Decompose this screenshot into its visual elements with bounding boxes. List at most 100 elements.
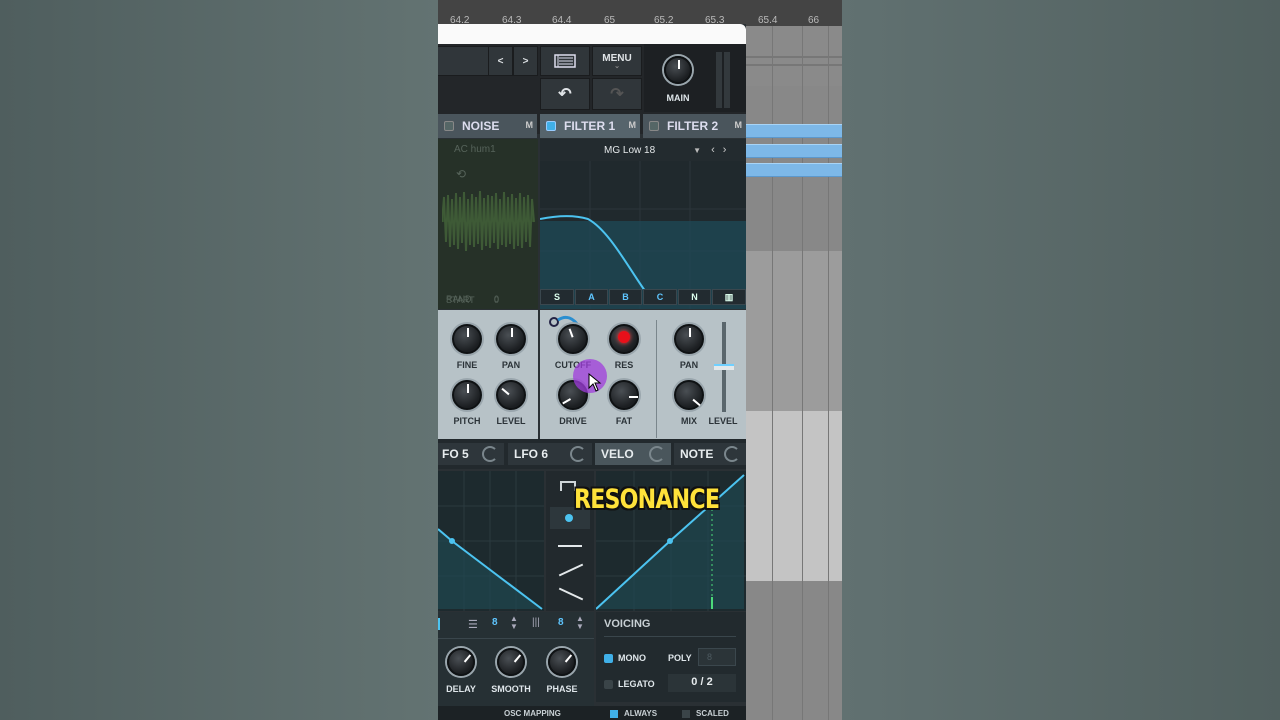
browser-button[interactable] [540, 46, 590, 76]
lfo-curve-graph[interactable] [438, 471, 544, 611]
always-label: ALWAYS [624, 709, 658, 718]
drive-label: DRIVE [559, 416, 587, 426]
osc-mapping-label[interactable]: OSC MAPPING [504, 709, 561, 718]
filter1-tab[interactable]: FILTER 1 M [540, 114, 640, 138]
lfo6-label: LFO 6 [514, 447, 549, 461]
lfo5-tab[interactable]: FO 5 [438, 443, 504, 465]
menu-button[interactable]: MENU ⌄ [592, 46, 642, 76]
bottom-bar: OSC MAPPING ALWAYS SCALED [438, 706, 746, 720]
always-toggle[interactable] [610, 710, 618, 718]
flat-shape-icon[interactable] [558, 545, 582, 547]
filter-button-b[interactable]: B [609, 289, 642, 305]
smooth-knob[interactable] [497, 648, 525, 676]
grid-columns-icon: ||| [532, 617, 540, 628]
fine-knob[interactable] [452, 324, 482, 354]
velo-tab[interactable]: VELO [595, 443, 671, 465]
filter2-enable-toggle[interactable] [649, 121, 659, 131]
undo-icon: ↶ [558, 86, 572, 103]
main-volume-knob[interactable] [664, 56, 692, 84]
rand-value[interactable]: 0 [494, 294, 499, 304]
midi-clip[interactable] [746, 163, 842, 177]
mouse-pointer-icon [588, 373, 602, 392]
filter1-title: FILTER 1 [564, 119, 616, 133]
keytrack-button[interactable]: ▥ [712, 289, 746, 305]
filter-type-label: MG Low 18 [604, 144, 656, 156]
filter2-tab[interactable]: FILTER 2 M [643, 114, 746, 138]
filter1-enable-toggle[interactable] [546, 121, 556, 131]
pitch-label: PITCH [453, 416, 481, 426]
background-left [0, 0, 438, 720]
pan-knob[interactable] [496, 324, 526, 354]
grid-y-value[interactable]: 8 [492, 617, 498, 628]
scaled-toggle[interactable] [682, 710, 690, 718]
note-tab[interactable]: NOTE [674, 443, 746, 465]
lfo6-tab[interactable]: LFO 6 [508, 443, 592, 465]
arrangement-area[interactable] [746, 26, 842, 720]
res-label: RES [614, 360, 634, 370]
undo-button[interactable]: ↶ [540, 78, 590, 110]
main-label: MAIN [666, 93, 690, 103]
redo-button[interactable]: ↷ [592, 78, 642, 110]
ruler-tick: 66 [808, 15, 820, 26]
filter1-controls: CUTOFF RES DRIVE FAT PAN MIX LEVEL [540, 310, 746, 458]
next-preset-button[interactable]: > [513, 46, 538, 76]
browser-icon [554, 54, 576, 68]
phase-knob[interactable] [548, 648, 576, 676]
pitch-knob[interactable] [452, 380, 482, 410]
legato-toggle[interactable] [604, 680, 613, 689]
filter-response-graph[interactable] [540, 161, 746, 309]
next-filter-button[interactable]: › [723, 144, 727, 156]
prev-preset-button[interactable]: < [488, 46, 513, 76]
res-knob[interactable] [609, 324, 639, 354]
grid-lines-icon: ☰ [468, 619, 478, 631]
filter-button-s[interactable]: S [540, 289, 574, 305]
filter2-mute-button[interactable]: M [735, 120, 743, 130]
grid-y-stepper[interactable]: ▲ ▼ [510, 615, 518, 631]
window-titlebar[interactable] [438, 24, 746, 44]
screen-recording: 64.2 64.3 64.4 65 65.2 65.3 65.4 66 ▼ < … [438, 0, 842, 720]
delay-label: DELAY [446, 684, 476, 694]
grid-x-stepper[interactable]: ▲ ▼ [576, 615, 584, 631]
synth-plugin-window: ▼ < > MENU⌄ ↶ ↷ MAIN NOISE M FILTER 1 [438, 24, 746, 720]
noise-enable-toggle[interactable] [444, 121, 454, 131]
smooth-label: SMOOTH [491, 684, 531, 694]
cutoff-knob[interactable] [558, 324, 588, 354]
filter-button-a[interactable]: A [575, 289, 608, 305]
noise-mute-button[interactable]: M [526, 120, 534, 130]
fat-knob[interactable] [609, 380, 639, 410]
mix-knob[interactable] [674, 380, 704, 410]
poly-voices-field[interactable]: 8 [698, 648, 736, 666]
filter-level-handle[interactable] [714, 364, 734, 370]
filter1-mute-button[interactable]: M [629, 120, 637, 130]
note-indicator-icon [724, 446, 740, 462]
output-meter-right [724, 52, 730, 108]
filter-button-n[interactable]: N [678, 289, 711, 305]
piano-icon: ▥ [724, 291, 734, 302]
note-label: NOTE [680, 447, 714, 461]
level-knob[interactable] [496, 380, 526, 410]
filter-type-selector[interactable]: MG Low 18 ▼ ‹ › [540, 139, 746, 161]
pan-label: PAN [501, 360, 521, 370]
ramp-down-icon[interactable] [558, 587, 584, 601]
filter-pan-knob[interactable] [674, 324, 704, 354]
delay-knob[interactable] [447, 648, 475, 676]
midi-clip[interactable] [746, 124, 842, 138]
velo-label: VELO [601, 447, 634, 461]
noise-panel: AC hum1 ⟲ START 0 [438, 139, 538, 309]
level-label: LEVEL [496, 416, 526, 426]
voice-count: 0 / 2 [668, 674, 736, 692]
voicing-title: VOICING [604, 618, 651, 630]
fat-label: FAT [615, 416, 633, 426]
prev-filter-button[interactable]: ‹ [711, 144, 715, 156]
ramp-up-icon[interactable] [558, 563, 584, 577]
fine-label: FINE [456, 360, 478, 370]
filter-button-c[interactable]: C [643, 289, 677, 305]
timeline-ruler[interactable]: 64.2 64.3 64.4 65 65.2 65.3 65.4 66 [438, 0, 842, 26]
filter1-panel: MG Low 18 ▼ ‹ › [540, 139, 746, 309]
noise-tab[interactable]: NOISE M [438, 114, 537, 138]
dropdown-arrow-icon[interactable]: ▼ [693, 146, 701, 155]
midi-clip[interactable] [746, 144, 842, 158]
mono-toggle[interactable] [604, 654, 613, 663]
grid-x-value[interactable]: 8 [558, 617, 564, 628]
mono-label: MONO [618, 653, 646, 663]
